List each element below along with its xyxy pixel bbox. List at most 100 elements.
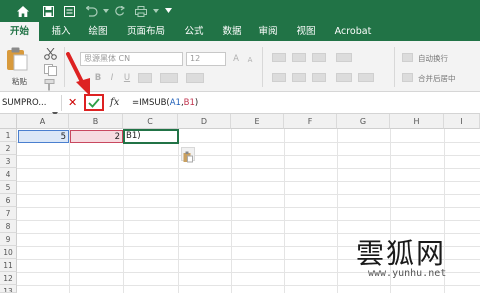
- merge-icon: [402, 73, 413, 82]
- tab-home[interactable]: 开始: [0, 22, 39, 41]
- row-header-4[interactable]: 4: [0, 168, 17, 181]
- row-header-5[interactable]: 5: [0, 181, 17, 194]
- indent-icon[interactable]: [336, 73, 352, 82]
- watermark-url: www.yunhu.net: [368, 268, 447, 279]
- row-header-12[interactable]: 12: [0, 272, 17, 285]
- paste-label: 粘贴: [12, 77, 27, 86]
- row-header-10[interactable]: 10: [0, 246, 17, 259]
- cut-icon[interactable]: [44, 45, 58, 60]
- formula-input[interactable]: =IMSUB(A1,B1): [132, 95, 198, 111]
- gridline: [17, 155, 480, 156]
- align-center-icon[interactable]: [292, 73, 306, 82]
- column-header-d[interactable]: D: [178, 114, 231, 129]
- align-right-icon[interactable]: [312, 73, 326, 82]
- cell-c1-editing[interactable]: B1): [123, 129, 179, 144]
- tab-insert[interactable]: 插入: [45, 22, 77, 41]
- row-header-8[interactable]: 8: [0, 220, 17, 233]
- column-header-a[interactable]: A: [17, 114, 69, 129]
- tab-data[interactable]: 数据: [216, 22, 248, 41]
- print-icon[interactable]: [133, 3, 149, 19]
- cell-a1[interactable]: 5: [18, 130, 69, 143]
- column-header-g[interactable]: G: [337, 114, 390, 129]
- gridline: [17, 181, 480, 182]
- column-header-f[interactable]: F: [284, 114, 337, 129]
- row-header-9[interactable]: 9: [0, 233, 17, 246]
- gridline: [231, 129, 232, 293]
- ribbon-divider: [262, 47, 263, 87]
- formula-ref-a1: A1: [169, 98, 181, 108]
- annotation-arrow-icon: [66, 52, 90, 96]
- gridline: [123, 129, 124, 293]
- font-color-icon[interactable]: [186, 73, 204, 83]
- ribbon-tab-bar: 开始 插入 绘图 页面布局 公式 数据 审阅 视图 Acrobat: [0, 22, 480, 41]
- wrap-text-button[interactable]: 自动换行: [418, 53, 448, 64]
- cancel-entry-icon[interactable]: ✕: [68, 95, 77, 111]
- gridline: [69, 129, 70, 293]
- home-icon[interactable]: [15, 3, 31, 19]
- row-header-2[interactable]: 2: [0, 142, 17, 155]
- gridline: [178, 129, 179, 293]
- format-painter-icon[interactable]: [44, 76, 58, 91]
- column-header-i[interactable]: I: [444, 114, 480, 129]
- paste-button[interactable]: [6, 47, 32, 73]
- border-icon[interactable]: [138, 73, 152, 83]
- decrease-font-icon[interactable]: A: [244, 53, 256, 67]
- row-header-7[interactable]: 7: [0, 207, 17, 220]
- name-box[interactable]: SUMPRO...: [0, 95, 50, 111]
- column-header-h[interactable]: H: [390, 114, 444, 129]
- enter-checkmark-icon[interactable]: [84, 94, 104, 111]
- print-preview-icon[interactable]: [61, 3, 77, 19]
- gridline: [17, 168, 480, 169]
- align-bottom-icon[interactable]: [312, 53, 326, 62]
- ribbon-divider: [394, 47, 395, 87]
- row-header-3[interactable]: 3: [0, 155, 17, 168]
- row-header-11[interactable]: 11: [0, 259, 17, 272]
- title-bar: [0, 0, 480, 22]
- column-header-e[interactable]: E: [231, 114, 284, 129]
- row-header-1[interactable]: 1: [0, 129, 17, 142]
- tab-page-layout[interactable]: 页面布局: [120, 22, 172, 41]
- gridline: [337, 129, 338, 293]
- insert-function-icon[interactable]: fx: [110, 94, 119, 111]
- increase-font-icon[interactable]: A: [230, 52, 242, 66]
- align-left-icon[interactable]: [272, 73, 286, 82]
- orientation-icon[interactable]: [336, 53, 352, 62]
- watermark-logo-text: 雲狐网: [356, 237, 447, 270]
- wrap-text-icon: [402, 53, 413, 62]
- row-header-6[interactable]: 6: [0, 194, 17, 207]
- tab-formulas[interactable]: 公式: [178, 22, 210, 41]
- column-header-c[interactable]: C: [123, 114, 178, 129]
- row-header-13[interactable]: 13: [0, 285, 17, 293]
- gridline: [17, 207, 480, 208]
- underline-button[interactable]: U: [121, 71, 133, 85]
- formula-prefix: =IMSUB(: [132, 98, 170, 108]
- select-all-corner[interactable]: [0, 114, 17, 129]
- tab-draw[interactable]: 绘图: [82, 22, 114, 41]
- align-middle-icon[interactable]: [292, 53, 306, 62]
- clipboard-icon: [7, 47, 28, 71]
- tab-view[interactable]: 视图: [290, 22, 322, 41]
- formula-suffix: ): [194, 98, 199, 108]
- redo-icon[interactable]: [111, 3, 127, 19]
- gridline: [17, 285, 480, 286]
- formula-ref-b1: B1: [183, 98, 195, 108]
- excel-window: 开始 插入 绘图 页面布局 公式 数据 审阅 视图 Acrobat 粘贴 思源黑…: [0, 0, 480, 293]
- font-size-select[interactable]: 12: [186, 52, 226, 66]
- align-top-icon[interactable]: [272, 53, 286, 62]
- tab-review[interactable]: 审阅: [252, 22, 284, 41]
- tab-acrobat[interactable]: Acrobat: [328, 22, 378, 41]
- merge-center-button[interactable]: 合并后居中: [418, 73, 456, 84]
- column-header-b[interactable]: B: [69, 114, 123, 129]
- gridline: [284, 129, 285, 293]
- gridline: [17, 220, 480, 221]
- copy-icon[interactable]: [44, 61, 58, 76]
- customize-toolbar-icon[interactable]: [160, 3, 176, 19]
- cell-b1[interactable]: 2: [70, 130, 123, 143]
- gridline: [17, 194, 480, 195]
- outdent-icon[interactable]: [358, 73, 374, 82]
- italic-button[interactable]: I: [106, 71, 118, 85]
- formula-bar-divider: [61, 95, 62, 111]
- paste-options-icon[interactable]: [181, 147, 195, 163]
- save-icon[interactable]: [40, 3, 56, 19]
- fill-color-icon[interactable]: [160, 73, 178, 83]
